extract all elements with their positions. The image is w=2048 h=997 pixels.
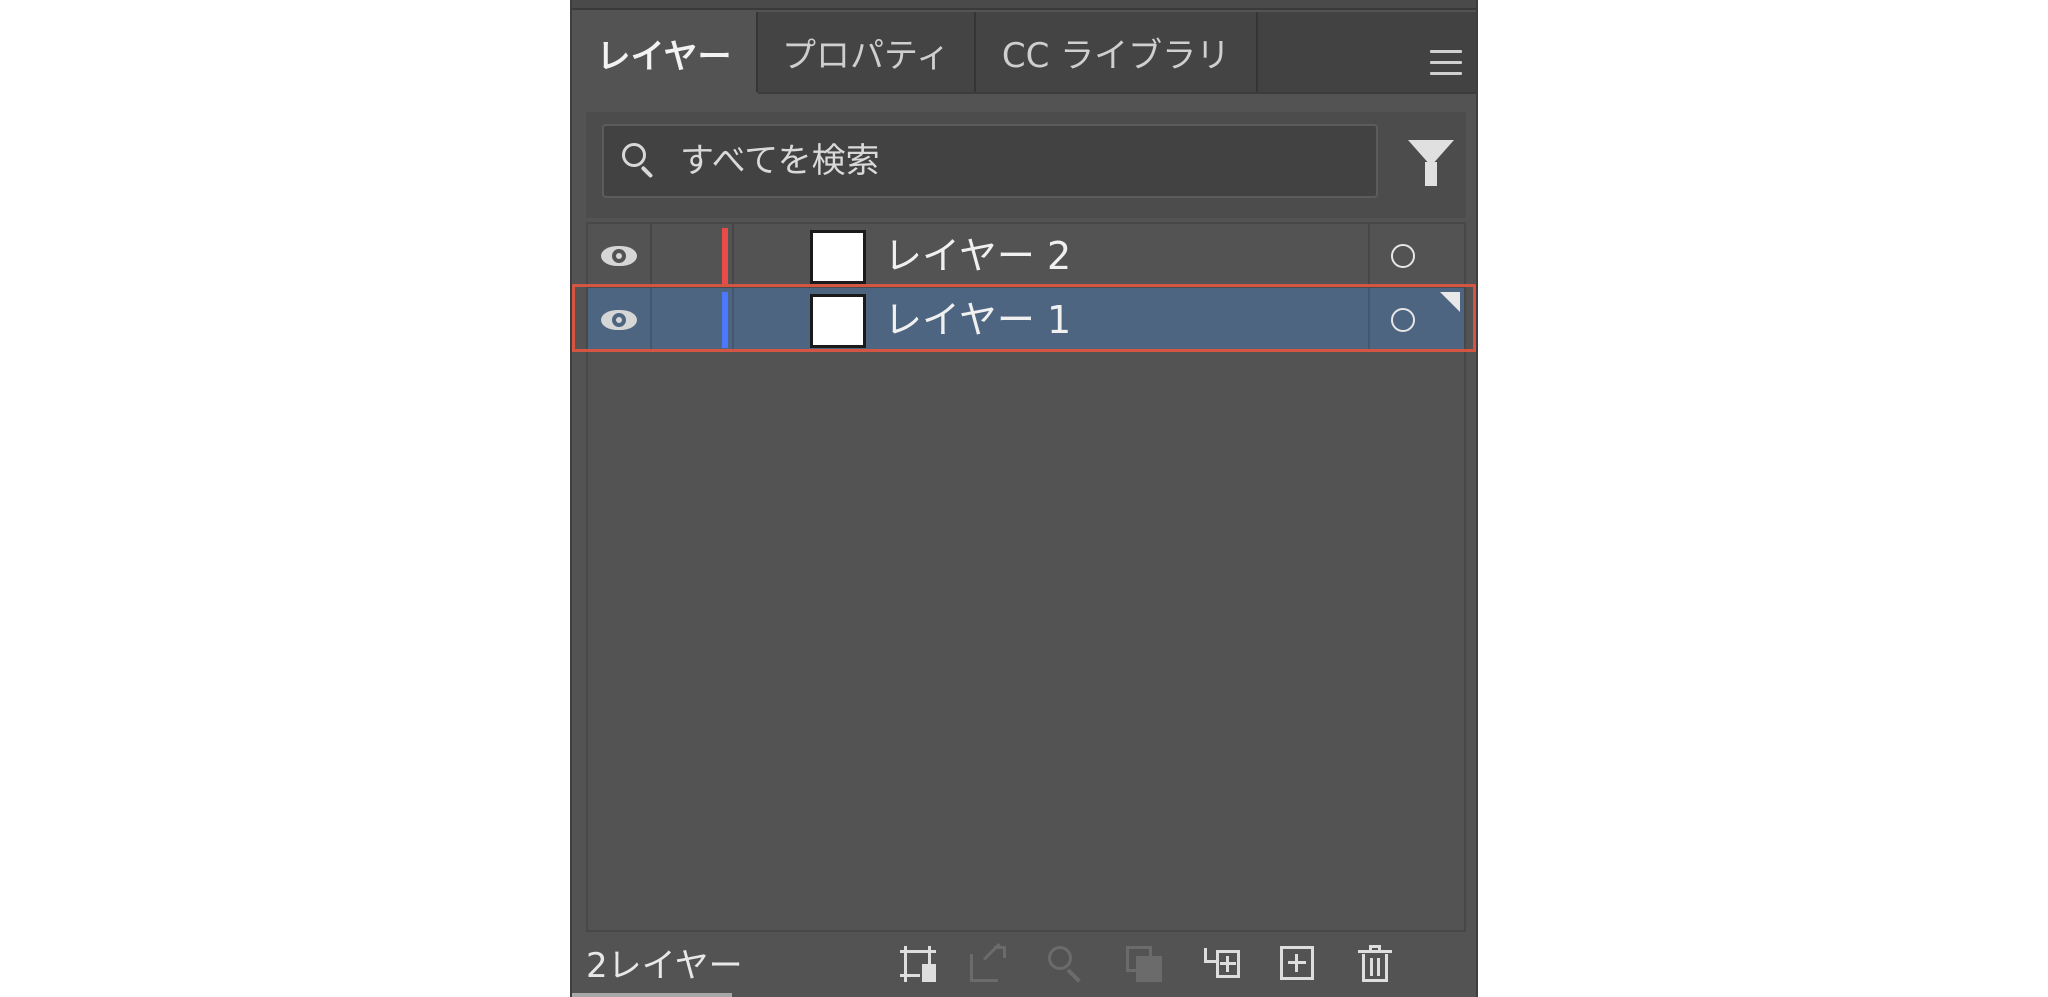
expand-toggle[interactable] bbox=[734, 288, 784, 352]
export-icon[interactable] bbox=[968, 942, 1008, 984]
clipping-mask-icon[interactable] bbox=[1124, 944, 1164, 984]
tab-bar-divider bbox=[572, 92, 1476, 94]
lock-toggle[interactable] bbox=[652, 224, 720, 288]
layer-color-bar bbox=[722, 292, 728, 348]
layer-row-selected[interactable]: レイヤー 1 bbox=[588, 288, 1464, 352]
layer-thumbnail bbox=[810, 294, 866, 348]
layer-count: 2レイヤー bbox=[586, 946, 743, 986]
search-box[interactable] bbox=[602, 124, 1378, 198]
eye-icon[interactable] bbox=[601, 306, 637, 334]
tab-layers[interactable]: レイヤー bbox=[572, 12, 758, 94]
tab-properties[interactable]: プロパティ bbox=[758, 12, 976, 92]
layer-color-bar bbox=[722, 228, 728, 284]
layer-thumbnail bbox=[810, 230, 866, 284]
layer-name[interactable]: レイヤー 1 bbox=[884, 294, 1071, 346]
tab-cc-libraries[interactable]: CC ライブラリ bbox=[976, 12, 1258, 92]
artboard-collect-icon[interactable] bbox=[898, 944, 938, 984]
layer-name[interactable]: レイヤー 2 bbox=[884, 230, 1071, 282]
locate-object-icon[interactable] bbox=[1046, 944, 1086, 984]
hamburger-menu-icon[interactable] bbox=[1430, 50, 1462, 76]
expand-toggle[interactable] bbox=[734, 224, 784, 288]
new-layer-icon[interactable] bbox=[1278, 944, 1318, 984]
magnifier-icon bbox=[620, 141, 660, 181]
funnel-icon[interactable] bbox=[1408, 140, 1454, 188]
trash-icon[interactable] bbox=[1356, 944, 1396, 984]
layers-list: レイヤー 2 レイヤー 1 bbox=[586, 222, 1466, 932]
eye-icon[interactable] bbox=[601, 242, 637, 270]
circle-target-icon[interactable] bbox=[1391, 308, 1415, 332]
search-input[interactable] bbox=[680, 141, 1360, 181]
search-row bbox=[586, 112, 1466, 218]
circle-target-icon[interactable] bbox=[1391, 244, 1415, 268]
lock-toggle[interactable] bbox=[652, 288, 720, 352]
panel-resize-edge bbox=[572, 993, 732, 997]
layers-panel: レイヤー プロパティ CC ライブラリ すべてを検索 レイヤー 2 レイヤー 1… bbox=[570, 0, 1478, 997]
selection-indicator-icon bbox=[1440, 292, 1460, 312]
panel-top-edge bbox=[572, 0, 1476, 10]
layer-row[interactable]: レイヤー 2 bbox=[588, 224, 1464, 288]
new-sublayer-icon[interactable] bbox=[1200, 944, 1240, 984]
tab-bar: レイヤー プロパティ CC ライブラリ bbox=[572, 12, 1476, 94]
panel-footer: 2レイヤー bbox=[572, 934, 1476, 997]
